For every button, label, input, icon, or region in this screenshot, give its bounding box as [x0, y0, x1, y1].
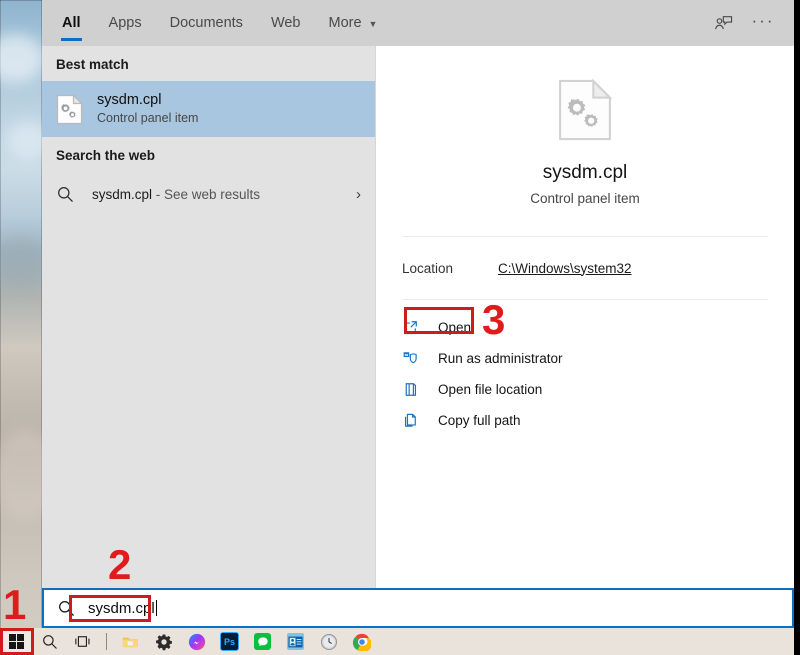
tab-more-label: More: [328, 15, 362, 31]
task-view-button[interactable]: [66, 628, 99, 655]
control-panel-file-icon-large: [557, 77, 613, 148]
search-the-web-heading: Search the web: [56, 148, 156, 163]
clock-icon: [320, 633, 337, 650]
copy-icon-glyph: [404, 413, 416, 427]
location-label: Location: [402, 260, 454, 276]
search-flyout: All Apps Documents Web More ▼ ··· Best m…: [42, 0, 794, 588]
search-icon: [56, 185, 86, 204]
search-results-panel: Best match sysdm.cpl Control panel item …: [42, 46, 376, 588]
chat-bubble-icon: [254, 633, 271, 650]
task-view-icon: [75, 636, 90, 647]
search-input-value: sysdm.cpl: [88, 599, 155, 617]
settings-button[interactable]: [147, 628, 180, 655]
preview-actions: Open Run as administrator Open file loca…: [376, 300, 794, 436]
ellipsis-icon: ···: [751, 10, 775, 30]
file-gears-large-icon: [559, 77, 613, 140]
open-file-location-action[interactable]: Open file location: [376, 374, 794, 405]
open-action-label: Open: [438, 320, 472, 335]
feedback-button[interactable]: [706, 6, 740, 40]
shield-run-icon: [402, 350, 432, 367]
messenger-icon: [188, 633, 205, 650]
tab-all-label: All: [62, 15, 81, 31]
result-item-title: sysdm.cpl: [97, 91, 162, 108]
copy-full-path-label: Copy full path: [438, 413, 521, 428]
taskbar: Ps: [0, 628, 800, 655]
taskbar-search-button[interactable]: [33, 628, 66, 655]
preview-title: sysdm.cpl: [542, 161, 628, 183]
web-result-label: sysdm.cpl - See web results: [86, 187, 260, 202]
search-input-bar[interactable]: sysdm.cpl: [42, 588, 794, 628]
magnifier-icon: [58, 186, 73, 202]
search-input[interactable]: sysdm.cpl: [88, 599, 157, 617]
tab-documents[interactable]: Documents: [156, 0, 257, 46]
tab-more[interactable]: More ▼: [315, 0, 392, 46]
preview-hero: sysdm.cpl Control panel item: [376, 46, 794, 236]
chrome-button[interactable]: [345, 628, 378, 655]
magnifier-icon: [58, 600, 74, 616]
tab-documents-label: Documents: [169, 15, 243, 31]
search-tab-bar: All Apps Documents Web More ▼ ···: [42, 0, 794, 46]
zalo-button[interactable]: [246, 628, 279, 655]
explorer-icon: [122, 637, 138, 648]
open-icon-glyph: [404, 321, 417, 335]
search-icon: [42, 634, 57, 649]
taskbar-separator: [106, 633, 107, 650]
chrome-icon: [352, 633, 371, 651]
chat-glyph: [257, 636, 268, 646]
clock-button[interactable]: [312, 628, 345, 655]
copy-icon: [402, 412, 432, 429]
chevron-down-icon: ▼: [368, 18, 378, 29]
start-button[interactable]: [0, 628, 33, 655]
folder-icon-glyph: [405, 383, 417, 396]
file-gears-icon: [56, 93, 83, 124]
tab-apps[interactable]: Apps: [95, 0, 156, 46]
location-link[interactable]: C:\Windows\system32: [498, 261, 632, 276]
person-feedback-icon: [714, 15, 732, 29]
open-external-icon: [402, 319, 432, 336]
desktop-wallpaper: [0, 0, 58, 630]
web-result-query: sysdm.cpl: [92, 186, 153, 202]
preview-subtitle: Control panel item: [530, 190, 640, 206]
contacts-button[interactable]: [279, 628, 312, 655]
shield-icon-glyph: [403, 352, 417, 364]
run-as-administrator-label: Run as administrator: [438, 351, 563, 366]
result-item-subtitle: Control panel item: [97, 111, 199, 125]
folder-icon: [402, 381, 432, 398]
contacts-glyph: [288, 636, 303, 647]
tab-active-underline: [61, 38, 82, 41]
gear-icon: [155, 633, 172, 650]
tab-apps-label: Apps: [108, 15, 142, 31]
control-panel-file-icon: [56, 93, 90, 125]
tab-web[interactable]: Web: [257, 0, 315, 46]
chevron-right-icon: ›: [356, 185, 361, 203]
windows-search-screen: All Apps Documents Web More ▼ ··· Best m…: [0, 0, 800, 655]
windows-logo-icon: [9, 634, 24, 649]
tab-bar-actions: ···: [706, 6, 794, 40]
photoshop-button[interactable]: Ps: [213, 628, 246, 655]
open-action[interactable]: Open: [376, 312, 794, 343]
open-file-location-label: Open file location: [438, 382, 543, 397]
messenger-button[interactable]: [180, 628, 213, 655]
run-as-administrator-action[interactable]: Run as administrator: [376, 343, 794, 374]
contacts-icon: [287, 633, 304, 650]
best-match-heading: Best match: [56, 57, 129, 72]
text-cursor: [155, 599, 157, 616]
tab-all[interactable]: All: [48, 0, 95, 46]
location-row: Location C:\Windows\system32: [376, 237, 794, 299]
tab-web-label: Web: [270, 15, 301, 31]
preview-panel: sysdm.cpl Control panel item Location C:…: [376, 46, 794, 588]
result-item-text: sysdm.cpl Control panel item: [90, 91, 198, 127]
copy-full-path-action[interactable]: Copy full path: [376, 405, 794, 436]
overflow-menu-button[interactable]: ···: [746, 6, 780, 40]
file-explorer-button[interactable]: [114, 628, 147, 655]
photoshop-icon: Ps: [220, 632, 239, 651]
screen-edge-right: [794, 0, 800, 655]
result-item-sysdm-cpl[interactable]: sysdm.cpl Control panel item: [42, 81, 375, 137]
search-icon: [44, 599, 88, 618]
web-result-suffix: - See web results: [152, 186, 261, 202]
web-result-item[interactable]: sysdm.cpl - See web results ›: [42, 172, 375, 216]
